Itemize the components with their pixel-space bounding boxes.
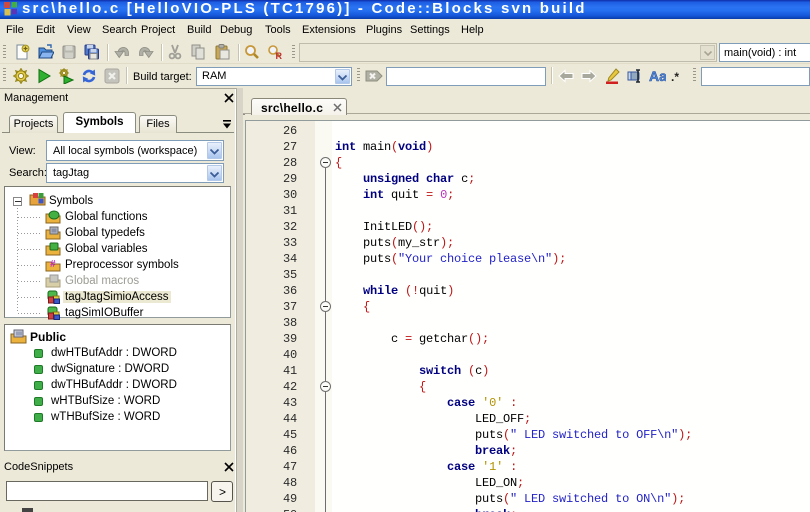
svg-text:R: R [276,51,283,60]
svg-text:#: # [50,259,56,270]
svg-text:Aa: Aa [649,68,666,84]
svg-text:.*: .* [671,70,679,84]
